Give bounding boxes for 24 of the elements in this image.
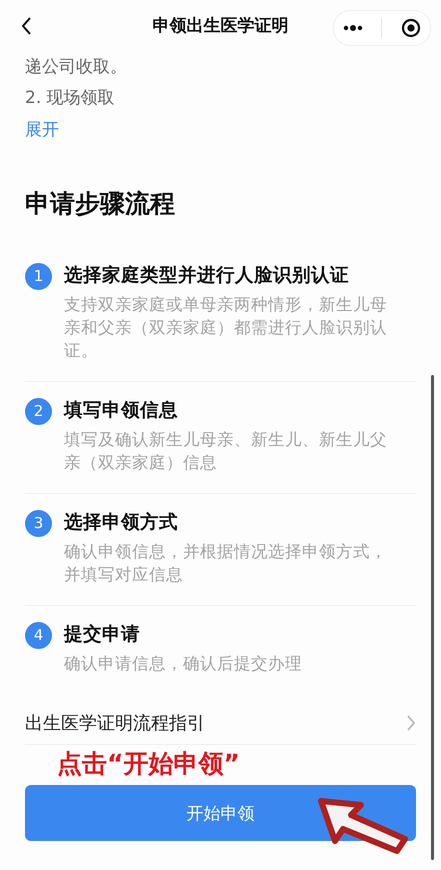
step-description: 支持双亲家庭或单母亲两种情形，新生儿母亲和父亲（双亲家庭）都需进行人脸识别认证。 [64,294,388,362]
back-icon[interactable] [20,16,33,36]
step-description: 填写及确认新生儿母亲、新生儿、新生儿父亲（双亲家庭）信息 [64,429,388,474]
start-button[interactable]: 开始申领 [25,785,416,841]
step-title: 选择申领方式 [64,511,178,535]
guide-row[interactable]: 出生医学证明流程指引 [25,702,416,745]
intro-text: 2. 现场领取 [25,87,116,110]
chevron-icon [406,714,416,732]
step-number: 4 [25,622,52,648]
step-number: 2 [25,398,52,424]
step-title: 提交申请 [64,622,140,647]
step-title: 填写申领信息 [64,399,178,423]
close-icon[interactable] [400,18,421,38]
intro-text: 递公司收取。 [25,56,128,79]
step-title: 选择家庭类型并进行人脸识别认证 [64,264,349,288]
step-description: 确认申领信息，并根据情况选择申领方式，并填写对应信息 [64,541,388,586]
step-number: 3 [25,510,52,536]
page-title: 申领出生医学证明 [152,15,290,37]
annotation-text: 点击“开始申领” [57,748,240,780]
step-number: 1 [25,262,52,290]
step-description: 确认申请信息，确认后提交办理 [64,653,303,675]
section-title: 申请步骤流程 [25,188,176,220]
more-icon[interactable] [343,24,364,32]
expand-link[interactable]: 展开 [25,120,59,140]
